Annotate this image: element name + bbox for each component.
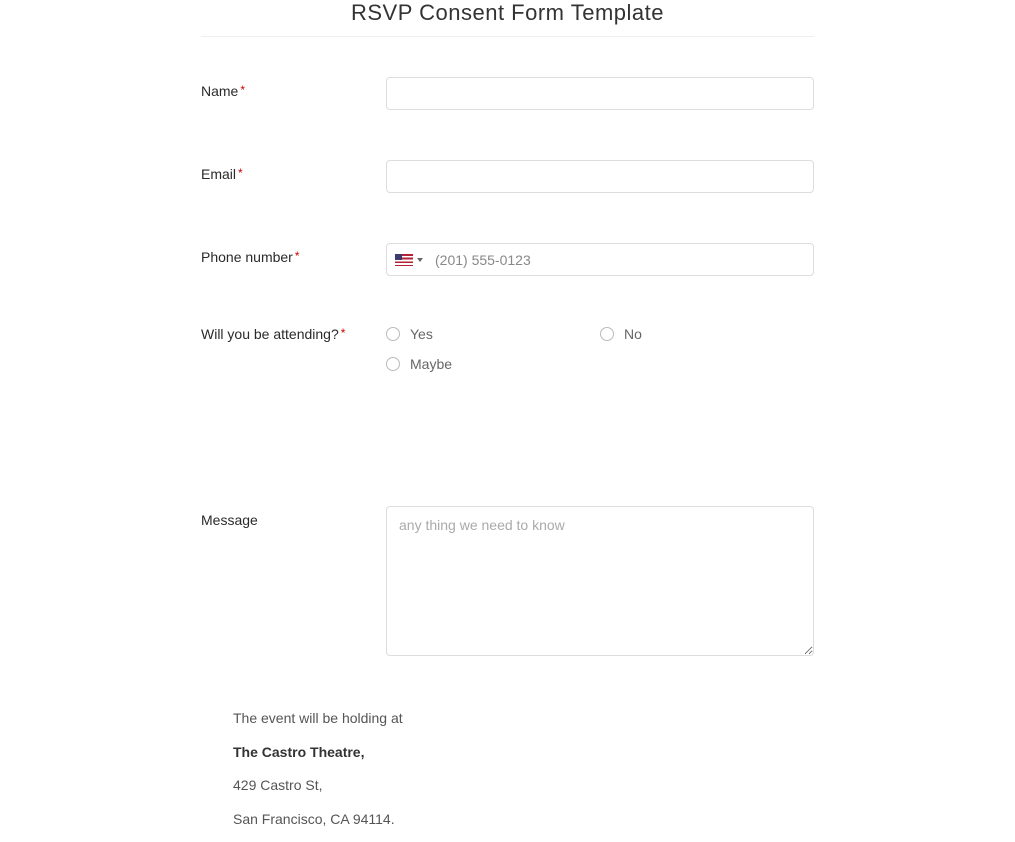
phone-input-col [386,243,814,276]
name-label-text: Name [201,83,238,99]
field-name-row: Name* [201,77,814,110]
email-label: Email* [201,160,386,193]
radio-label: No [624,326,642,342]
attending-input-col: Yes No Maybe [386,326,814,386]
radio-label: Maybe [410,356,452,372]
message-textarea[interactable] [386,506,814,656]
radio-icon [600,327,614,341]
phone-input[interactable] [429,244,807,275]
required-asterisk: * [341,326,346,340]
message-label: Message [201,506,386,659]
attending-label: Will you be attending?* [201,326,386,386]
chevron-down-icon [417,258,423,262]
radio-option-yes[interactable]: Yes [386,326,600,342]
us-flag-icon [395,254,413,266]
event-intro: The event will be holding at [233,709,814,729]
radio-icon [386,357,400,371]
email-input[interactable] [386,160,814,193]
message-input-col [386,506,814,659]
radio-icon [386,327,400,341]
email-label-text: Email [201,166,236,182]
field-attending-row: Will you be attending?* Yes No Maybe [201,326,814,386]
field-message-row: Message [201,506,814,659]
message-label-text: Message [201,512,258,528]
phone-wrapper [386,243,814,276]
event-info: The event will be holding at The Castro … [201,709,814,829]
phone-label: Phone number* [201,243,386,276]
name-input-col [386,77,814,110]
email-input-col [386,160,814,193]
attending-radio-group: Yes No Maybe [386,326,814,386]
field-email-row: Email* [201,160,814,193]
required-asterisk: * [240,83,245,97]
event-venue: The Castro Theatre, [233,743,814,763]
required-asterisk: * [295,249,300,263]
event-city: San Francisco, CA 94114. [233,810,814,830]
phone-label-text: Phone number [201,249,293,265]
country-flag-select[interactable] [395,254,429,266]
rsvp-form: RSVP Consent Form Template Name* Email* … [201,0,814,829]
field-phone-row: Phone number* [201,243,814,276]
radio-option-maybe[interactable]: Maybe [386,356,600,372]
event-street: 429 Castro St, [233,776,814,796]
attending-label-text: Will you be attending? [201,326,339,342]
name-input[interactable] [386,77,814,110]
radio-label: Yes [410,326,433,342]
required-asterisk: * [238,166,243,180]
name-label: Name* [201,77,386,110]
radio-option-no[interactable]: No [600,326,814,342]
page-title: RSVP Consent Form Template [201,0,814,37]
